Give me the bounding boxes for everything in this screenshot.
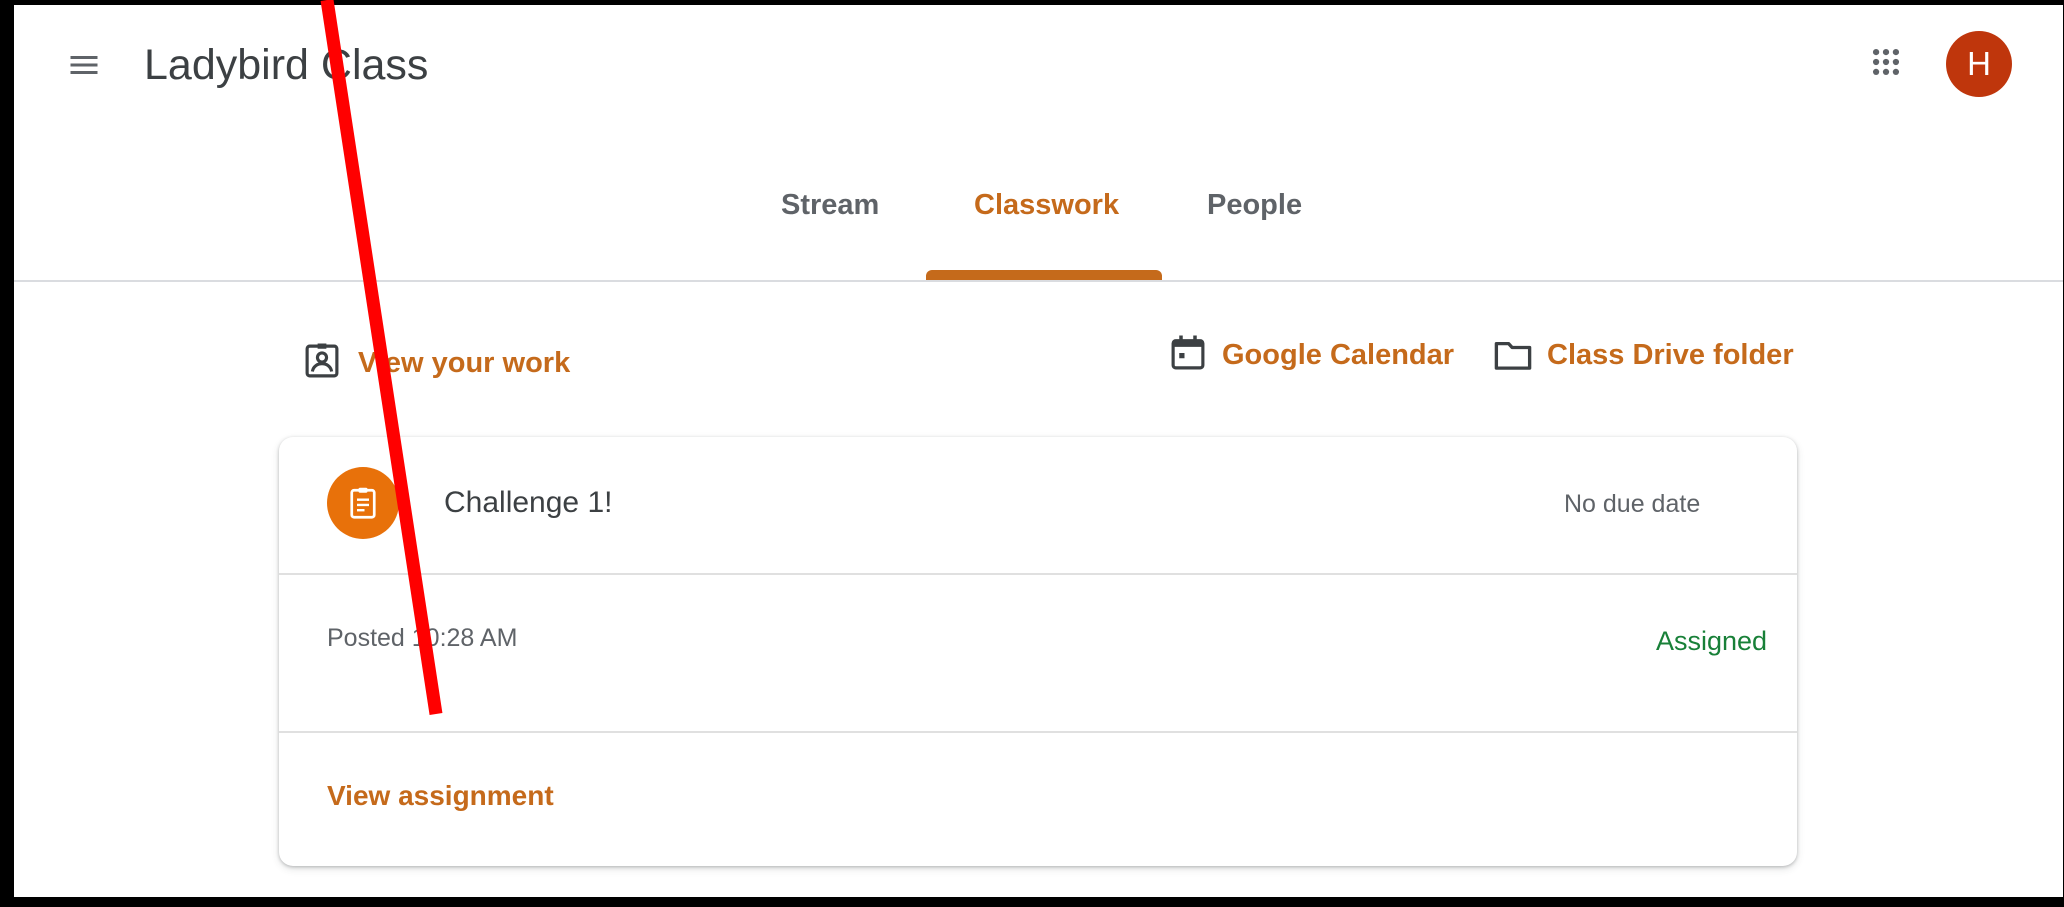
- card-divider: [279, 731, 1797, 733]
- class-drive-folder-link[interactable]: Class Drive folder: [1547, 335, 1794, 375]
- view-assignment-link[interactable]: View assignment: [327, 777, 554, 815]
- assignment-title[interactable]: Challenge 1!: [444, 483, 612, 523]
- calendar-icon: [1171, 335, 1205, 370]
- hamburger-menu-icon[interactable]: [66, 47, 102, 83]
- posted-time: Posted 10:28 AM: [327, 624, 518, 652]
- card-divider: [279, 573, 1797, 575]
- status-badge: Assigned: [1656, 626, 1768, 656]
- assignment-card: Challenge 1! No due date Posted 10:28 AM…: [279, 437, 1797, 866]
- portfolio-icon: [305, 343, 339, 378]
- header-divider: [14, 280, 2063, 282]
- tab-stream[interactable]: Stream: [781, 185, 879, 225]
- class-title[interactable]: Ladybird Class: [144, 35, 428, 95]
- google-calendar-link[interactable]: Google Calendar: [1222, 335, 1454, 375]
- tab-classwork[interactable]: Classwork: [974, 185, 1119, 225]
- apps-grid-icon[interactable]: [1869, 45, 1903, 79]
- folder-icon: [1494, 341, 1532, 370]
- assignment-icon: [327, 467, 399, 539]
- account-avatar[interactable]: H: [1946, 31, 2012, 97]
- classroom-window: Ladybird Class H Stream Classwork People…: [14, 5, 2063, 897]
- view-your-work-link[interactable]: View your work: [358, 343, 570, 383]
- active-tab-indicator: [926, 270, 1162, 280]
- tab-people[interactable]: People: [1207, 185, 1302, 225]
- due-date: No due date: [1564, 490, 1701, 518]
